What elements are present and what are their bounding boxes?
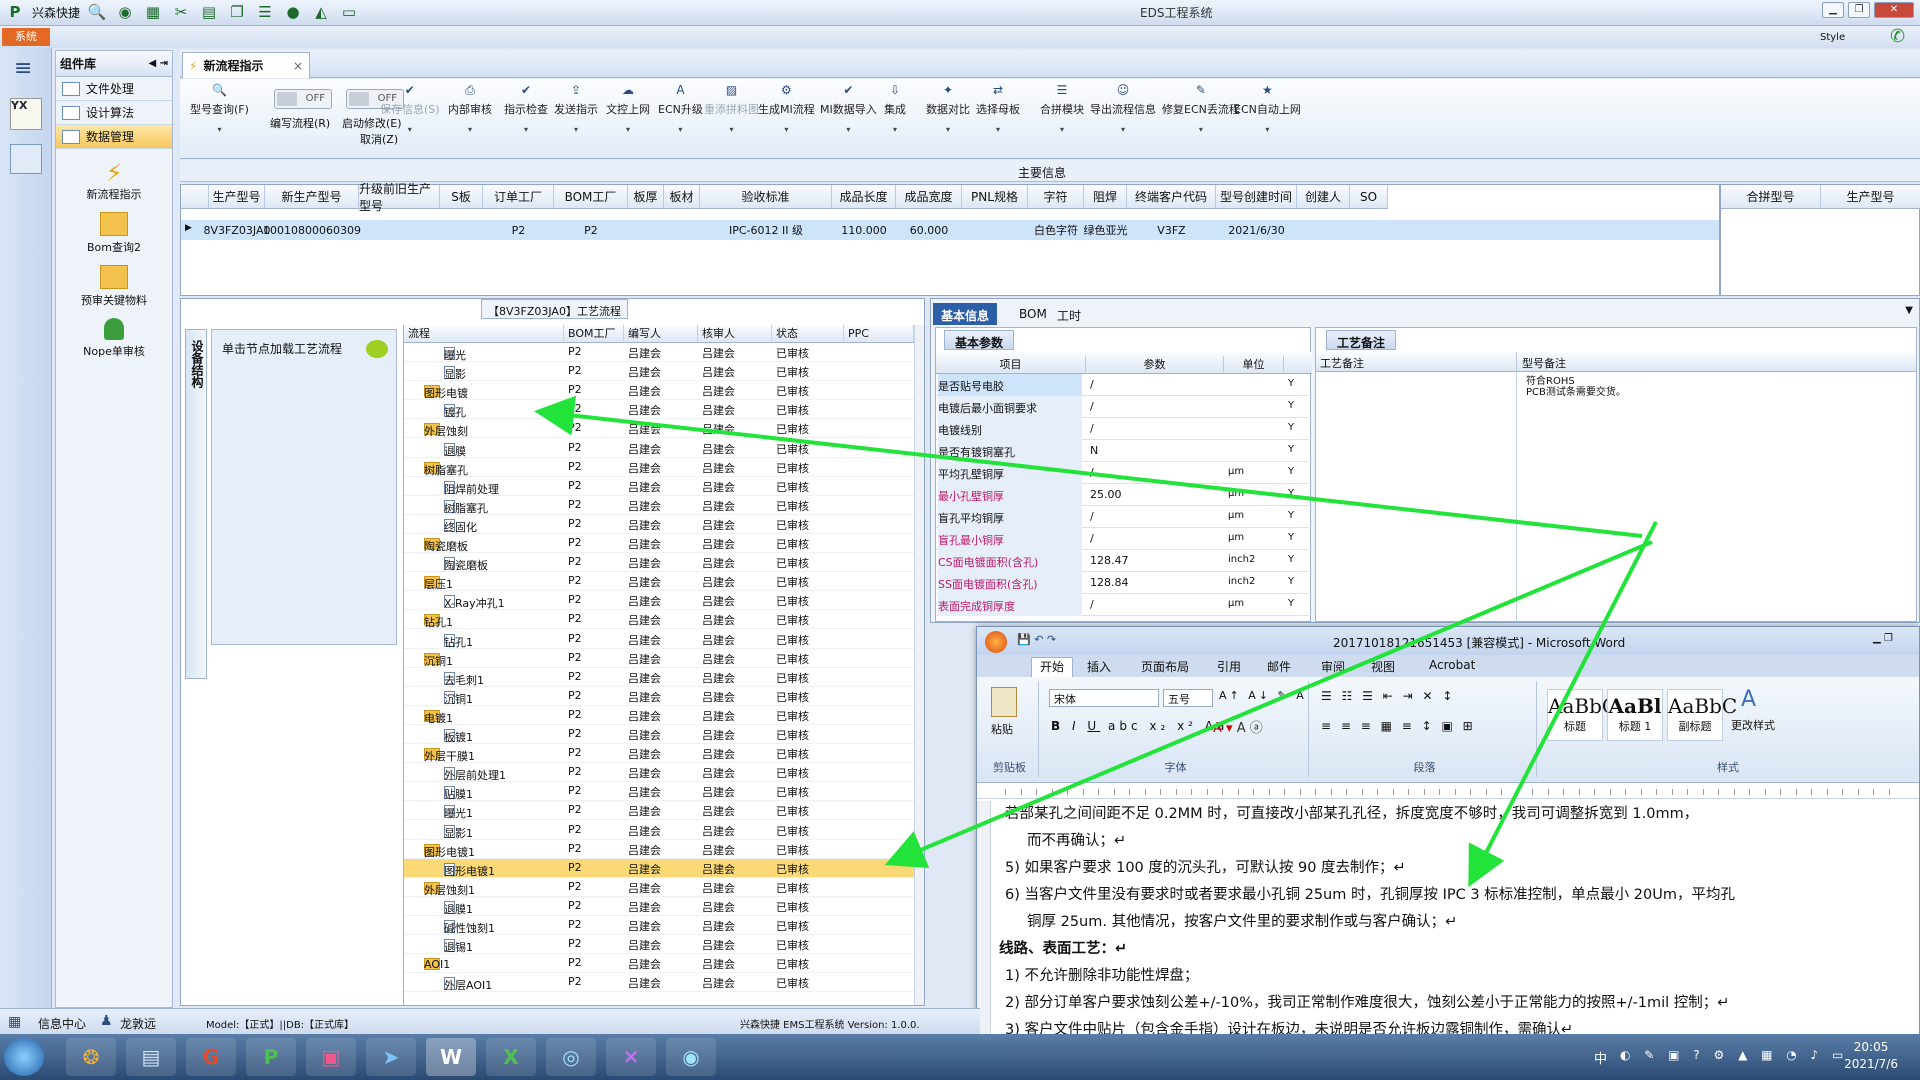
- status-model: Model:【正式】||DB:【正式库】: [206, 1020, 355, 1031]
- taskbar-notepad-icon[interactable]: ▤: [126, 1038, 176, 1076]
- status-info-center[interactable]: 信息中心: [38, 1015, 86, 1032]
- clock-time: 20:05: [1853, 1040, 1889, 1054]
- taskbar-eds-icon[interactable]: P: [246, 1038, 296, 1076]
- user-icon: ♟: [100, 1013, 113, 1029]
- taskbar-app-icon[interactable]: ◎: [546, 1038, 596, 1076]
- taskbar-app-icon[interactable]: ✕: [606, 1038, 656, 1076]
- tray-icons[interactable]: ◐ ✎ ▣ ? ⚙ ▲ ▦ ◔ ♪ ▭: [1620, 1048, 1848, 1062]
- status-version: 兴森快捷 EMS工程系统 Version: 1.0.0.: [740, 1020, 920, 1031]
- annotation-arrows: [534, 395, 1658, 888]
- status-bar: ▦ 信息中心 ♟ 龙敦远 Model:【正式】||DB:【正式库】 兴森快捷 E…: [0, 1008, 980, 1034]
- clock-date: 2021/7/6: [1844, 1057, 1898, 1071]
- taskbar-app-icon[interactable]: ❂: [66, 1038, 116, 1076]
- taskbar-save-icon[interactable]: ▣: [306, 1038, 356, 1076]
- status-user: 龙敦远: [120, 1017, 157, 1031]
- grid-icon: ▦: [8, 1014, 22, 1030]
- start-button-icon[interactable]: [4, 1038, 44, 1076]
- taskbar-excel-icon[interactable]: X: [486, 1038, 536, 1076]
- clock[interactable]: 20:05 2021/7/6: [1844, 1039, 1898, 1073]
- arrow-to-highlight-row: [884, 540, 1653, 869]
- taskbar-plane-icon[interactable]: ➤: [366, 1038, 416, 1076]
- taskbar-app-icon[interactable]: ◉: [666, 1038, 716, 1076]
- ime-indicator[interactable]: 中: [1594, 1048, 1607, 1067]
- arrow-to-plating-row: [534, 395, 1643, 538]
- taskbar-app-icon[interactable]: G: [186, 1038, 236, 1076]
- taskbar-word-icon[interactable]: W: [426, 1038, 476, 1076]
- arrow-to-word-text: [1468, 521, 1658, 888]
- taskbar: ❂ ▤ G P ▣ ➤ W X ◎ ✕ ◉ 中 ◐ ✎ ▣ ? ⚙ ▲ ▦ ◔ …: [0, 1034, 1920, 1080]
